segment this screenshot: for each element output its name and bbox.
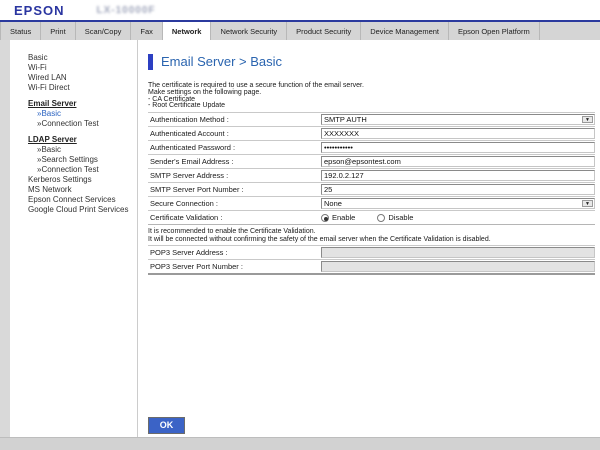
sidebar-nav: Basic Wi-Fi Wired LAN Wi-Fi Direct Email… xyxy=(10,40,138,437)
field-label: POP3 Server Address : xyxy=(148,248,321,257)
pop3-form: POP3 Server Address : POP3 Server Port N… xyxy=(148,245,595,275)
field-label: SMTP Server Port Number : xyxy=(148,185,321,194)
select-value: SMTP AUTH xyxy=(324,115,367,124)
form-row-senders-email-address: Sender's Email Address : xyxy=(148,154,595,168)
form-row-authenticated-account: Authenticated Account : xyxy=(148,126,595,140)
certificate-validation-radio-group: Enable Disable xyxy=(321,213,435,222)
sidebar-item-email-server-basic[interactable]: »Basic xyxy=(10,109,137,119)
authenticated-password-input[interactable] xyxy=(321,142,595,153)
form-row-smtp-server-port-number: SMTP Server Port Number : xyxy=(148,182,595,196)
form-row-certificate-validation: Certificate Validation : Enable Disable xyxy=(148,210,595,224)
pop3-server-port-number-input xyxy=(321,261,595,272)
sidebar-item-ldap-basic[interactable]: »Basic xyxy=(10,145,137,155)
senders-email-address-input[interactable] xyxy=(321,156,595,167)
page-title: Email Server > Basic xyxy=(161,54,282,69)
field-label: Authentication Method : xyxy=(148,115,321,124)
radio-disable[interactable] xyxy=(377,214,385,222)
main-tabbar: Status Print Scan/Copy Fax Network Netwo… xyxy=(0,22,600,40)
authenticated-account-input[interactable] xyxy=(321,128,595,139)
sidebar-item-google-cloud-print-services[interactable]: Google Cloud Print Services xyxy=(10,205,137,215)
radio-enable[interactable] xyxy=(321,214,329,222)
tab-print[interactable]: Print xyxy=(41,22,75,40)
radio-disable-label: Disable xyxy=(388,213,413,222)
sidebar-item-wired-lan[interactable]: Wired LAN xyxy=(10,73,137,83)
tab-product-security[interactable]: Product Security xyxy=(287,22,361,40)
main-content: Email Server > Basic The certificate is … xyxy=(138,40,600,437)
app-header: EPSON LX-10000F xyxy=(0,0,600,20)
dropdown-arrow-icon[interactable]: ▼ xyxy=(582,200,593,207)
sidebar-item-ldap-connection-test[interactable]: »Connection Test xyxy=(10,165,137,175)
description-line: - Root Certificate Update xyxy=(148,103,595,110)
content-panel: Basic Wi-Fi Wired LAN Wi-Fi Direct Email… xyxy=(10,40,600,437)
printer-model-masked: LX-10000F xyxy=(97,5,156,16)
certificate-validation-note: It is recommended to enable the Certific… xyxy=(148,228,595,243)
form-row-authentication-method: Authentication Method : SMTP AUTH ▼ xyxy=(148,112,595,126)
tab-device-management[interactable]: Device Management xyxy=(361,22,449,40)
ok-button[interactable]: OK xyxy=(148,417,185,434)
note-line: It is recommended to enable the Certific… xyxy=(148,228,595,236)
description-line: Make settings on the following page. xyxy=(148,90,595,97)
radio-enable-label: Enable xyxy=(332,213,355,222)
tab-epson-open-platform[interactable]: Epson Open Platform xyxy=(449,22,540,40)
sidebar-group-email-server[interactable]: Email Server xyxy=(10,99,137,109)
field-label: Sender's Email Address : xyxy=(148,157,321,166)
tab-fax[interactable]: Fax xyxy=(131,22,163,40)
title-accent-bar xyxy=(148,54,153,70)
smtp-server-address-input[interactable] xyxy=(321,170,595,181)
sidebar-item-basic[interactable]: Basic xyxy=(10,53,137,63)
sidebar-group-ldap-server[interactable]: LDAP Server xyxy=(10,135,137,145)
page-footer xyxy=(0,437,600,450)
form-actions: OK xyxy=(148,415,595,434)
field-label: Certificate Validation : xyxy=(148,213,321,222)
smtp-server-port-number-input[interactable] xyxy=(321,184,595,195)
sidebar-item-ms-network[interactable]: MS Network xyxy=(10,185,137,195)
form-row-authenticated-password: Authenticated Password : xyxy=(148,140,595,154)
form-row-secure-connection: Secure Connection : None ▼ xyxy=(148,196,595,210)
sidebar-item-ldap-search-settings[interactable]: »Search Settings xyxy=(10,155,137,165)
secure-connection-select[interactable]: None ▼ xyxy=(321,198,595,209)
field-label: POP3 Server Port Number : xyxy=(148,262,321,271)
epson-logo: EPSON xyxy=(14,3,65,18)
dropdown-arrow-icon[interactable]: ▼ xyxy=(582,116,593,123)
sidebar-item-kerberos-settings[interactable]: Kerberos Settings xyxy=(10,175,137,185)
page-title-wrap: Email Server > Basic xyxy=(148,53,595,70)
tab-network[interactable]: Network xyxy=(163,22,212,40)
note-line: It will be connected without confirming … xyxy=(148,236,595,244)
pop3-server-address-input xyxy=(321,247,595,258)
tab-scan-copy[interactable]: Scan/Copy xyxy=(76,22,132,40)
authentication-method-select[interactable]: SMTP AUTH ▼ xyxy=(321,114,595,125)
tab-network-security[interactable]: Network Security xyxy=(211,22,287,40)
form-row-smtp-server-address: SMTP Server Address : xyxy=(148,168,595,182)
page-description: The certificate is required to use a sec… xyxy=(148,83,595,110)
sidebar-item-email-connection-test[interactable]: »Connection Test xyxy=(10,119,137,129)
select-value: None xyxy=(324,199,342,208)
field-label: Authenticated Account : xyxy=(148,129,321,138)
form-row-pop3-server-address: POP3 Server Address : xyxy=(148,245,595,259)
sidebar-item-wifi-direct[interactable]: Wi-Fi Direct xyxy=(10,83,137,93)
field-label: Authenticated Password : xyxy=(148,143,321,152)
field-label: SMTP Server Address : xyxy=(148,171,321,180)
sidebar-item-epson-connect-services[interactable]: Epson Connect Services xyxy=(10,195,137,205)
tab-status[interactable]: Status xyxy=(0,22,41,40)
form-row-pop3-server-port-number: POP3 Server Port Number : xyxy=(148,259,595,273)
sidebar-item-wifi[interactable]: Wi-Fi xyxy=(10,63,137,73)
email-server-form: Authentication Method : SMTP AUTH ▼ Auth… xyxy=(148,112,595,225)
field-label: Secure Connection : xyxy=(148,199,321,208)
